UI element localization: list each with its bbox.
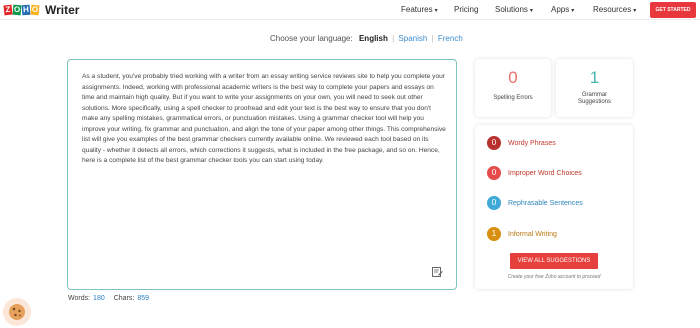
nav-label: Solutions [495, 5, 528, 14]
suggestion-label: Informal Writing [508, 230, 557, 238]
nav-pricing[interactable]: Pricing [454, 5, 478, 14]
spelling-errors-card[interactable]: 0 Spelling Errors [475, 59, 551, 117]
language-separator: | [392, 34, 395, 43]
suggestion-label: Improper Word Choices [508, 169, 582, 177]
get-started-button[interactable]: GET STARTED [650, 2, 696, 18]
chars-count: 859 [137, 295, 150, 302]
caret-down-icon: ▾ [633, 8, 637, 14]
suggestions-panel: 0 Wordy Phrases 0 Improper Word Choices … [475, 125, 633, 289]
language-french[interactable]: French [438, 34, 463, 43]
nav-label: Resources [593, 5, 632, 14]
suggestion-count-badge: 0 [487, 136, 501, 150]
language-prompt: Choose your language: [270, 34, 353, 43]
nav-apps[interactable]: Apps ▾ [551, 5, 574, 14]
logo-letter: O [30, 4, 40, 16]
view-all-suggestions-button[interactable]: VIEW ALL SUGGESTIONS [510, 253, 598, 269]
language-english[interactable]: English [359, 34, 388, 43]
cookie-consent-button[interactable] [3, 298, 31, 326]
edit-doc-icon[interactable] [432, 267, 443, 277]
nav-label: Features [401, 5, 433, 14]
suggestion-count-badge: 1 [487, 227, 501, 241]
grammar-label-line2: Suggestions [577, 99, 612, 105]
spelling-errors-label: Spelling Errors [493, 95, 533, 101]
cookie-icon [9, 304, 25, 320]
top-nav: Z O H O Writer Features ▾ Pricing Solutio… [0, 0, 700, 20]
caret-down-icon: ▾ [571, 8, 575, 14]
zoho-writer-logo[interactable]: Z O H O Writer [3, 3, 80, 17]
grammar-suggestions-count: 1 [589, 68, 600, 87]
suggestion-label: Wordy Phrases [508, 139, 556, 147]
suggestion-wordy-phrases[interactable]: 0 Wordy Phrases [487, 136, 556, 150]
nav-solutions[interactable]: Solutions ▾ [495, 5, 533, 14]
logo-letter: O [12, 4, 22, 16]
text-editor[interactable]: As a student, you've probably tried work… [67, 59, 457, 290]
suggestion-rephrasable-sentences[interactable]: 0 Rephrasable Sentences [487, 196, 583, 210]
caret-down-icon: ▾ [529, 8, 533, 14]
app-name: Writer [45, 3, 80, 17]
logo-letter: H [21, 4, 31, 16]
nav-resources[interactable]: Resources ▾ [593, 5, 636, 14]
signup-note: Create your free Zoho account to proceed [507, 274, 601, 280]
nav-features[interactable]: Features ▾ [401, 5, 438, 14]
text-stats: Words: 180 Chars: 859 [68, 295, 149, 302]
words-count: 180 [93, 295, 105, 302]
suggestion-informal-writing[interactable]: 1 Informal Writing [487, 227, 557, 241]
editor-content[interactable]: As a student, you've probably tried work… [82, 72, 448, 167]
nav-label: Apps [551, 5, 570, 14]
caret-down-icon: ▾ [434, 8, 438, 14]
chars-label: Chars: [113, 295, 135, 302]
language-separator: | [431, 34, 434, 43]
suggestion-improper-word-choices[interactable]: 0 Improper Word Choices [487, 166, 582, 180]
words-label: Words: [68, 295, 91, 302]
grammar-suggestions-card[interactable]: 1 Grammar Suggestions [556, 59, 633, 117]
grammar-label-line1: Grammar [581, 92, 608, 98]
suggestion-count-badge: 0 [487, 196, 501, 210]
spelling-errors-count: 0 [508, 68, 518, 87]
language-chooser: Choose your language: English | Spanish … [270, 34, 463, 43]
suggestion-label: Rephrasable Sentences [508, 199, 583, 207]
nav-label: Pricing [454, 5, 479, 14]
suggestion-count-badge: 0 [487, 166, 501, 180]
logo-letter: Z [3, 4, 13, 16]
language-spanish[interactable]: Spanish [398, 34, 427, 43]
